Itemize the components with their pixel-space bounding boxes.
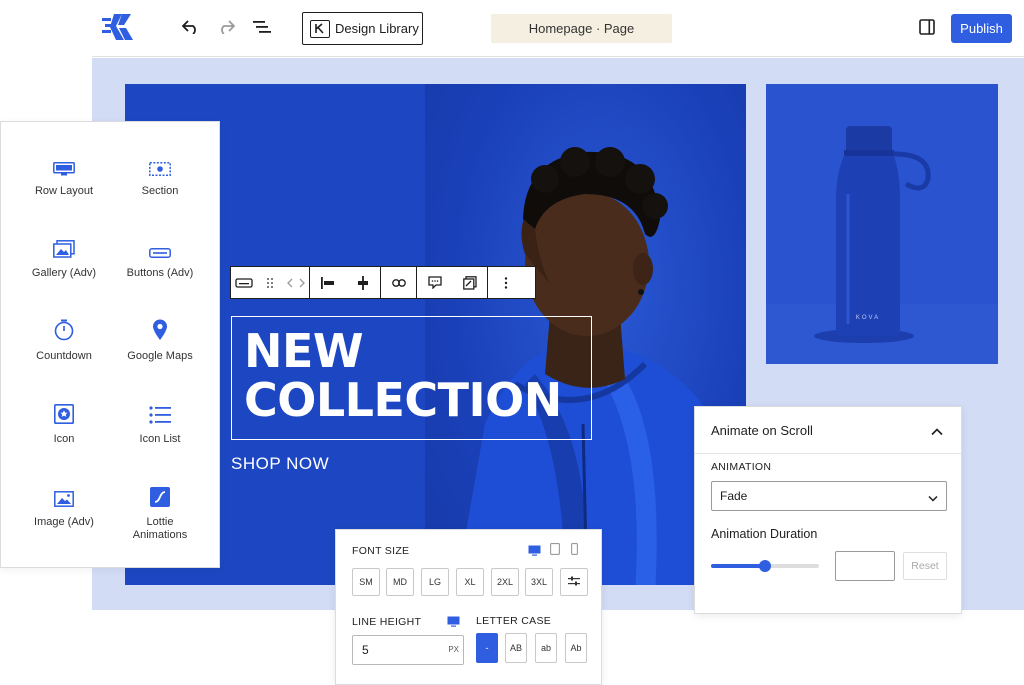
- typography-panel: FONT SIZE SM MD LG XL 2XL 3XL LINE HEIGH…: [335, 529, 602, 685]
- star-icon: [54, 398, 74, 424]
- hero-headline-line2: COLLECTION: [244, 373, 562, 427]
- custom-size-button[interactable]: [560, 568, 588, 596]
- line-height-device-icon[interactable]: [447, 614, 460, 632]
- list-icon: [149, 398, 171, 424]
- lottie-icon: [150, 481, 170, 507]
- block-google-maps[interactable]: Google Maps: [112, 315, 208, 363]
- letter-case-none-button[interactable]: -: [476, 633, 498, 663]
- more-options-icon[interactable]: [488, 267, 523, 298]
- sliders-icon: [568, 576, 580, 588]
- letter-case-label: LETTER CASE: [476, 615, 552, 627]
- image-icon: [54, 481, 74, 507]
- kadence-logo-icon[interactable]: [100, 10, 136, 44]
- animation-duration-label: Animation Duration: [711, 527, 818, 541]
- block-section[interactable]: Section: [112, 150, 208, 198]
- map-pin-icon: [152, 315, 168, 341]
- tablet-device-icon[interactable]: [550, 542, 560, 560]
- design-library-button[interactable]: Design Library: [302, 12, 423, 45]
- design-library-icon: [310, 19, 330, 38]
- undo-icon[interactable]: [180, 16, 202, 38]
- duration-slider[interactable]: [711, 560, 819, 572]
- link-icon[interactable]: [381, 267, 416, 298]
- list-view-icon[interactable]: [251, 16, 273, 38]
- hero-headline-block[interactable]: NEW COLLECTION: [231, 316, 592, 440]
- letter-case-upper-button[interactable]: AB: [505, 633, 527, 663]
- page-title-pill[interactable]: Homepage · Page: [491, 14, 672, 43]
- font-size-label: FONT SIZE: [352, 545, 410, 557]
- align-center-icon[interactable]: [345, 267, 380, 298]
- block-inserter-panel: Row Layout Section Gallery (Adv) Buttons…: [0, 121, 220, 568]
- block-toolbar: [230, 266, 536, 299]
- font-size-2xl-button[interactable]: 2XL: [491, 568, 519, 596]
- letter-case-lower-button[interactable]: ab: [535, 633, 557, 663]
- mobile-device-icon[interactable]: [571, 542, 578, 560]
- bottle-photo: KOVA: [766, 126, 998, 364]
- line-height-unit[interactable]: PX: [448, 645, 459, 654]
- font-size-md-button[interactable]: MD: [386, 568, 414, 596]
- block-toolbar-group-move: [231, 267, 310, 298]
- block-row-layout[interactable]: Row Layout: [16, 150, 112, 198]
- animate-on-scroll-panel: Animate on Scroll ANIMATION Fade Animati…: [694, 406, 962, 614]
- line-height-input[interactable]: 5 PX: [352, 635, 464, 665]
- block-toolbar-group-options: [488, 267, 523, 298]
- line-height-label: LINE HEIGHT: [352, 616, 422, 628]
- countdown-icon: [54, 315, 74, 341]
- block-gallery-adv[interactable]: Gallery (Adv): [16, 232, 112, 280]
- block-toolbar-group-align: [310, 267, 381, 298]
- block-countdown[interactable]: Countdown: [16, 315, 112, 363]
- block-toolbar-group-extra: [417, 267, 488, 298]
- block-lottie-animations[interactable]: Lottie Animations: [112, 481, 208, 542]
- bottle-brand-text: KOVA: [856, 315, 880, 321]
- tooltip-icon[interactable]: [417, 267, 452, 298]
- block-icon[interactable]: Icon: [16, 398, 112, 446]
- chevron-up-icon[interactable]: [931, 423, 943, 441]
- desktop-device-icon[interactable]: [528, 543, 541, 561]
- row-layout-icon: [53, 150, 75, 176]
- font-size-sm-button[interactable]: SM: [352, 568, 380, 596]
- letter-case-capitalize-button[interactable]: Ab: [565, 633, 587, 663]
- editor-top-bar: Design Library Homepage · Page Publish: [92, 0, 1024, 57]
- chevron-down-icon: [928, 491, 938, 505]
- duration-slider-thumb[interactable]: [759, 560, 771, 572]
- shop-now-link[interactable]: SHOP NOW: [231, 454, 329, 474]
- reset-button[interactable]: Reset: [903, 552, 947, 580]
- animation-select[interactable]: Fade: [711, 481, 947, 511]
- block-image-adv[interactable]: Image (Adv): [16, 481, 112, 529]
- redo-icon[interactable]: [215, 16, 237, 38]
- settings-sidebar-icon[interactable]: [916, 16, 938, 38]
- publish-button[interactable]: Publish: [951, 14, 1012, 43]
- design-library-label: Design Library: [335, 21, 419, 36]
- font-size-xl-button[interactable]: XL: [456, 568, 484, 596]
- panel-divider: [695, 453, 961, 454]
- animation-label: ANIMATION: [711, 461, 772, 473]
- font-size-lg-button[interactable]: LG: [421, 568, 449, 596]
- block-type-icon[interactable]: [231, 267, 257, 298]
- gallery-icon: [53, 232, 75, 258]
- move-arrows-icon[interactable]: [283, 267, 309, 298]
- drag-handle-icon[interactable]: [257, 267, 283, 298]
- animate-panel-title[interactable]: Animate on Scroll: [711, 423, 813, 438]
- duration-input[interactable]: [835, 551, 895, 581]
- align-left-icon[interactable]: [310, 267, 345, 298]
- hero-headline-line1: NEW: [244, 324, 364, 378]
- font-size-3xl-button[interactable]: 3XL: [525, 568, 553, 596]
- block-buttons-adv[interactable]: Buttons (Adv): [112, 232, 208, 280]
- bottle-product-image[interactable]: KOVA: [766, 84, 998, 364]
- copy-styles-icon[interactable]: [452, 267, 487, 298]
- block-toolbar-group-link: [381, 267, 417, 298]
- block-icon-list[interactable]: Icon List: [112, 398, 208, 446]
- duration-slider-fill: [711, 564, 765, 568]
- section-icon: [149, 150, 171, 176]
- buttons-icon: [149, 232, 171, 258]
